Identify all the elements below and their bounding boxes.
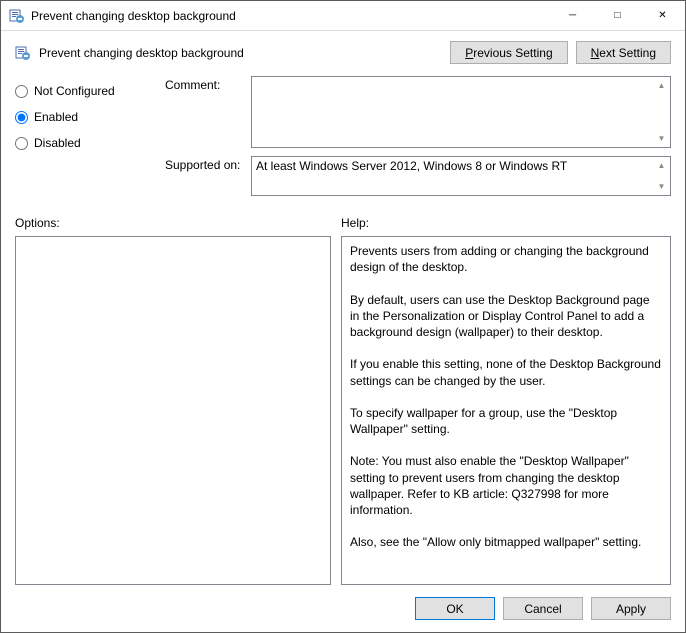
policy-icon: [15, 45, 31, 61]
apply-button[interactable]: Apply: [591, 597, 671, 620]
policy-icon: [9, 8, 25, 24]
settings-row: Not Configured Enabled Disabled Comment:…: [1, 76, 685, 204]
footer: OK Cancel Apply: [1, 585, 685, 632]
cancel-button[interactable]: Cancel: [503, 597, 583, 620]
scroll-up-icon[interactable]: ▲: [654, 78, 669, 93]
minimize-button[interactable]: ─: [550, 1, 595, 30]
titlebar: Prevent changing desktop background ─ □ …: [1, 1, 685, 31]
scroll-down-icon[interactable]: ▼: [654, 131, 669, 146]
supported-textbox: At least Windows Server 2012, Windows 8 …: [251, 156, 671, 196]
radio-not-configured-input[interactable]: [15, 85, 28, 98]
fields-column: Comment: ▲ ▼ Supported on: At least Wind…: [165, 76, 671, 204]
header-title: Prevent changing desktop background: [39, 46, 442, 60]
options-pane: [15, 236, 331, 585]
header: Prevent changing desktop background Prev…: [1, 31, 685, 76]
help-pane: Prevents users from adding or changing t…: [341, 236, 671, 585]
radio-enabled[interactable]: Enabled: [15, 110, 145, 124]
help-label: Help:: [341, 216, 369, 230]
radio-not-configured[interactable]: Not Configured: [15, 84, 145, 98]
previous-setting-button[interactable]: Previous Setting: [450, 41, 567, 64]
options-label: Options:: [15, 216, 341, 230]
supported-label: Supported on:: [165, 156, 251, 172]
radio-disabled[interactable]: Disabled: [15, 136, 145, 150]
panes: Prevents users from adding or changing t…: [1, 236, 685, 585]
close-button[interactable]: ✕: [640, 1, 685, 30]
window-title: Prevent changing desktop background: [31, 9, 550, 23]
next-setting-button[interactable]: Next Setting: [576, 41, 671, 64]
radio-disabled-input[interactable]: [15, 137, 28, 150]
comment-textbox[interactable]: ▲ ▼: [251, 76, 671, 148]
maximize-button[interactable]: □: [595, 1, 640, 30]
scroll-up-icon: ▲: [654, 158, 669, 173]
radio-enabled-input[interactable]: [15, 111, 28, 124]
ok-button[interactable]: OK: [415, 597, 495, 620]
comment-label: Comment:: [165, 76, 251, 92]
scroll-down-icon: ▼: [654, 179, 669, 194]
mid-labels: Options: Help:: [1, 204, 685, 236]
state-radio-group: Not Configured Enabled Disabled: [15, 76, 145, 204]
